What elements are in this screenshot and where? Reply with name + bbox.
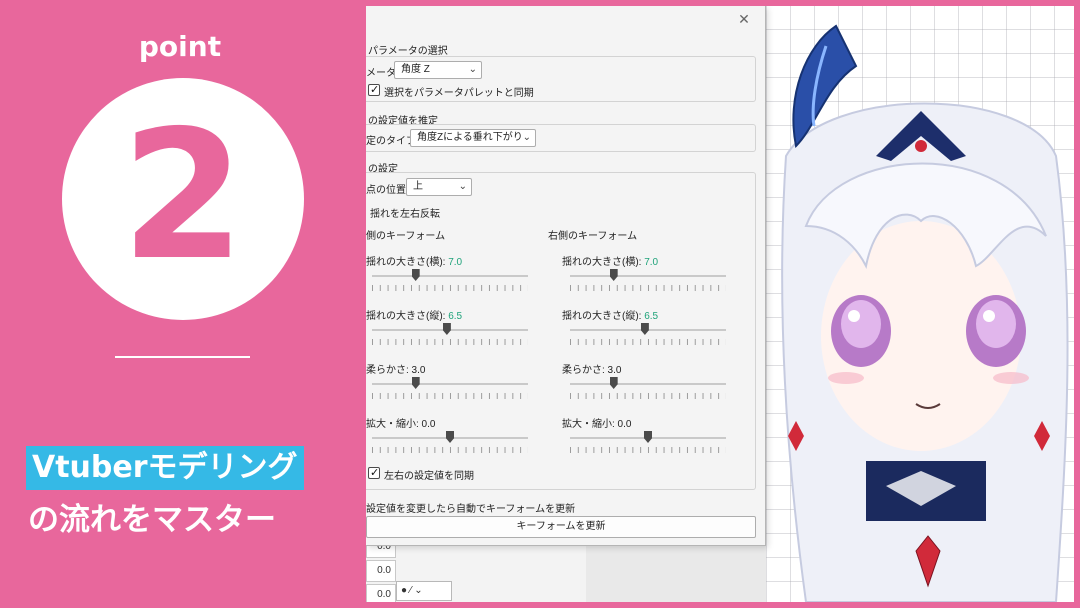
- physics-settings-dialog: ✕ パラメータの選択 メータ 角度 Z ⌄ 選択をパラメータパレットと同期 の設…: [366, 6, 766, 546]
- flip-label[interactable]: 揺れを左右反転: [370, 205, 440, 220]
- sync-lr-label: 左右の設定値を同期: [384, 471, 474, 482]
- param-select-value: 角度 Z: [401, 64, 430, 75]
- position-select[interactable]: 上 ⌄: [406, 178, 472, 196]
- type-label: 定のタイプ: [366, 136, 416, 147]
- type-select[interactable]: 角度Zによる垂れ下がり ⌄: [410, 129, 536, 147]
- update-keyform-button[interactable]: キーフォームを更新: [366, 516, 756, 538]
- right-soft-label: 柔らかさ: 3.0: [562, 365, 622, 376]
- right-v-label: 揺れの大きさ(縦): 6.5: [562, 311, 659, 322]
- param-label: メータ: [366, 68, 396, 79]
- type-select-value: 角度Zによる垂れ下がり: [417, 132, 523, 143]
- position-label: 点の位置: [366, 185, 406, 196]
- title-line-1: Vtuberモデリング: [26, 446, 304, 490]
- chevron-down-icon: ⌄: [522, 132, 531, 143]
- position-select-value: 上: [413, 181, 423, 192]
- left-h-label: 揺れの大きさ(横): 7.0: [366, 257, 463, 268]
- divider: [115, 356, 250, 358]
- point-label: point: [138, 30, 222, 63]
- settings-group: 点の位置 上 ⌄ 揺れを左右反転 側のキーフォーム 右側のキーフォーム 揺れの大…: [366, 172, 756, 490]
- left-v-slider[interactable]: [372, 323, 528, 351]
- sync-lr-checkbox[interactable]: [368, 466, 380, 479]
- left-v-label: 揺れの大きさ(縦): 6.5: [366, 311, 463, 322]
- right-v-slider[interactable]: [570, 323, 726, 351]
- sync-palette-checkbox[interactable]: [368, 83, 380, 96]
- right-soft-slider[interactable]: [570, 377, 726, 405]
- value-row[interactable]: 0.0: [366, 584, 396, 602]
- editor-screenshot: 0.0 0.0 0.0 ● ⁄ ⌄ ✕ パラメータの選択 メータ 角度 Z ⌄ …: [366, 6, 1074, 602]
- right-scale-label: 拡大・縮小: 0.0: [562, 419, 632, 430]
- left-keyform-label: 側のキーフォーム: [366, 231, 446, 242]
- right-h-slider[interactable]: [570, 269, 726, 297]
- right-h-label: 揺れの大きさ(横): 7.0: [562, 257, 659, 268]
- left-h-slider[interactable]: [372, 269, 528, 297]
- value-row[interactable]: 0.0: [366, 560, 396, 582]
- right-keyform-label: 右側のキーフォーム: [548, 231, 638, 242]
- number-badge: 2: [62, 78, 304, 320]
- title-line-2: の流れをマスター: [28, 502, 276, 538]
- canvas-area: [586, 546, 766, 602]
- point-number: 2: [121, 92, 245, 299]
- left-scale-slider[interactable]: [372, 431, 528, 459]
- auto-update-label[interactable]: 設定値を変更したら自動でキーフォームを更新: [366, 500, 575, 515]
- param-select[interactable]: 角度 Z ⌄: [394, 61, 482, 79]
- param-group: メータ 角度 Z ⌄ 選択をパラメータパレットと同期: [366, 56, 756, 102]
- param-section-title: パラメータの選択: [368, 46, 448, 57]
- character-illustration: [781, 24, 1069, 602]
- sync-palette-label: 選択をパラメータパレットと同期: [384, 88, 534, 99]
- left-scale-label: 拡大・縮小: 0.0: [366, 419, 436, 430]
- tool-dropdown[interactable]: ● ⁄ ⌄: [396, 581, 452, 601]
- right-scale-slider[interactable]: [570, 431, 726, 459]
- left-soft-slider[interactable]: [372, 377, 528, 405]
- chevron-down-icon: ⌄: [468, 64, 477, 75]
- chevron-down-icon: ⌄: [458, 181, 467, 192]
- estimate-group: 定のタイプ 角度Zによる垂れ下がり ⌄: [366, 124, 756, 152]
- left-soft-label: 柔らかさ: 3.0: [366, 365, 426, 376]
- promo-panel: point 2 Vtuberモデリング の流れをマスター: [0, 0, 360, 608]
- close-icon[interactable]: ✕: [737, 12, 751, 26]
